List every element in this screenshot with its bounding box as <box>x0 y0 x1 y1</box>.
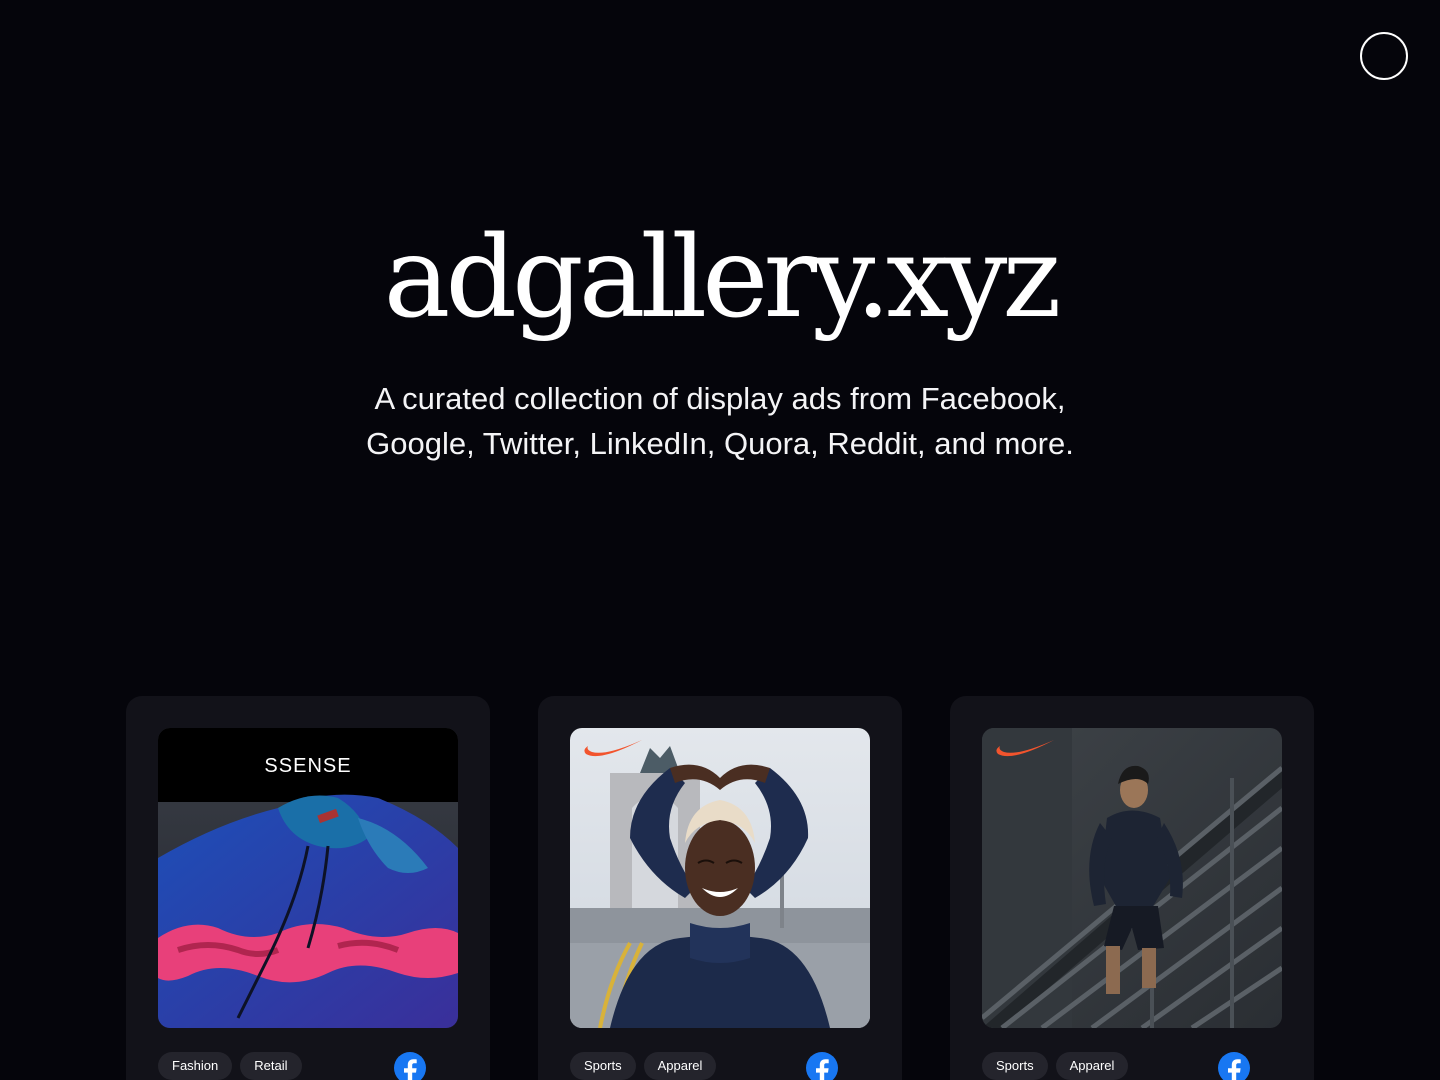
facebook-icon[interactable] <box>806 1052 838 1080</box>
ad-card-nike-woman[interactable]: Sports Apparel <box>538 696 902 1080</box>
tag-sports[interactable]: Sports <box>982 1052 1048 1080</box>
ad-card-ssense[interactable]: SSENSE Fashion Retail <box>126 696 490 1080</box>
tag-sports[interactable]: Sports <box>570 1052 636 1080</box>
site-title: adgallery.xyz <box>383 213 1062 343</box>
menu-circle-button[interactable] <box>1360 32 1408 80</box>
tag-fashion[interactable]: Fashion <box>158 1052 233 1080</box>
tag-retail[interactable]: Retail <box>240 1052 302 1080</box>
ad-card-grid: SSENSE Fashion Retail Sports Apparel Spo… <box>126 696 1314 1080</box>
ad-card-nike-man[interactable]: Sports Apparel <box>950 696 1314 1080</box>
tag-list: Sports Apparel <box>570 1052 717 1080</box>
ad-image-nike-woman[interactable] <box>570 728 870 1028</box>
tag-apparel[interactable]: Apparel <box>643 1052 717 1080</box>
site-tagline: A curated collection of display ads from… <box>366 381 1074 461</box>
facebook-icon[interactable] <box>1218 1052 1250 1080</box>
facebook-icon[interactable] <box>394 1052 426 1080</box>
page: adgallery.xyz A curated collection of di… <box>0 0 1440 1080</box>
tag-apparel[interactable]: Apparel <box>1055 1052 1129 1080</box>
ad-image-nike-man-stairs[interactable] <box>982 728 1282 1028</box>
tag-list: Sports Apparel <box>982 1052 1129 1080</box>
tag-list: Fashion Retail <box>158 1052 302 1080</box>
ad-image-ssense-hoodie[interactable]: SSENSE <box>158 728 458 1028</box>
ssense-brand-text: SSENSE <box>264 755 351 777</box>
